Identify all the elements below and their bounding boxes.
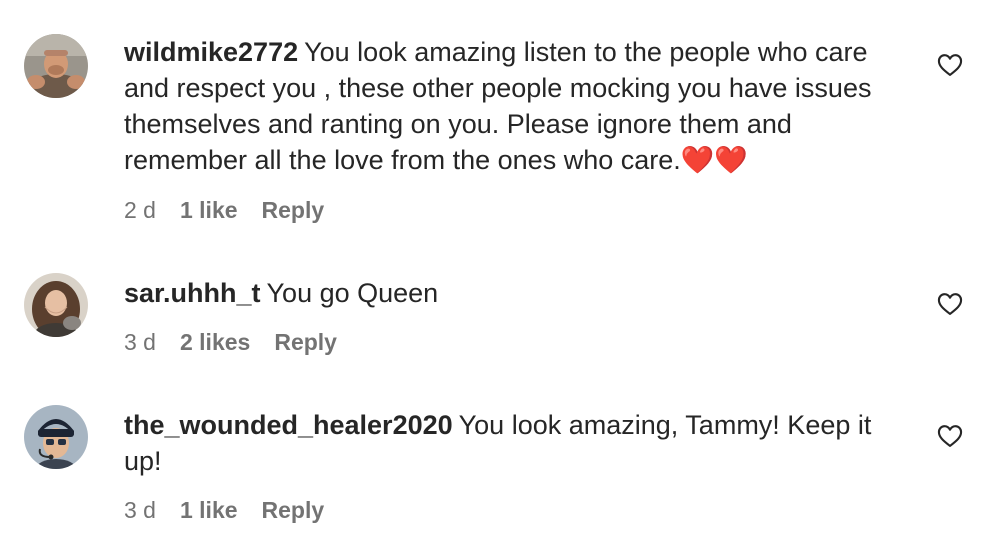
- avatar-photo-cap: [24, 405, 88, 469]
- comment-timestamp[interactable]: 3 d: [124, 328, 156, 356]
- comment-like-count[interactable]: 1 like: [180, 496, 238, 524]
- like-heart-icon[interactable]: [936, 51, 964, 79]
- comment-body: wildmike2772 You look amazing listen to t…: [124, 34, 914, 178]
- reply-button[interactable]: Reply: [274, 328, 337, 356]
- comment-username[interactable]: sar.uhhh_t: [124, 278, 261, 308]
- reply-button[interactable]: Reply: [262, 496, 325, 524]
- comment-username[interactable]: wildmike2772: [124, 37, 298, 67]
- comment-timestamp[interactable]: 2 d: [124, 196, 156, 224]
- avatar-photo-woman: [24, 273, 88, 337]
- like-heart-icon[interactable]: [936, 290, 964, 318]
- like-heart-icon[interactable]: [936, 422, 964, 450]
- heart-emoji-icon: ❤️❤️: [680, 145, 749, 175]
- comment-body: sar.uhhh_t You go Queen: [124, 275, 914, 311]
- comment-username[interactable]: the_wounded_healer2020: [124, 410, 453, 440]
- comment-body: the_wounded_healer2020 You look amazing, …: [124, 407, 914, 479]
- comment-timestamp[interactable]: 3 d: [124, 496, 156, 524]
- avatar[interactable]: [24, 273, 88, 337]
- comment-meta: 2 d 1 like Reply: [124, 196, 324, 224]
- comment-text: You go Queen: [266, 278, 439, 308]
- reply-button[interactable]: Reply: [262, 196, 325, 224]
- comment-like-count[interactable]: 2 likes: [180, 328, 250, 356]
- avatar-photo-man: [24, 34, 88, 98]
- comment-meta: 3 d 1 like Reply: [124, 496, 324, 524]
- avatar[interactable]: [24, 34, 88, 98]
- avatar[interactable]: [24, 405, 88, 469]
- comment-meta: 3 d 2 likes Reply: [124, 328, 337, 356]
- comment-like-count[interactable]: 1 like: [180, 196, 238, 224]
